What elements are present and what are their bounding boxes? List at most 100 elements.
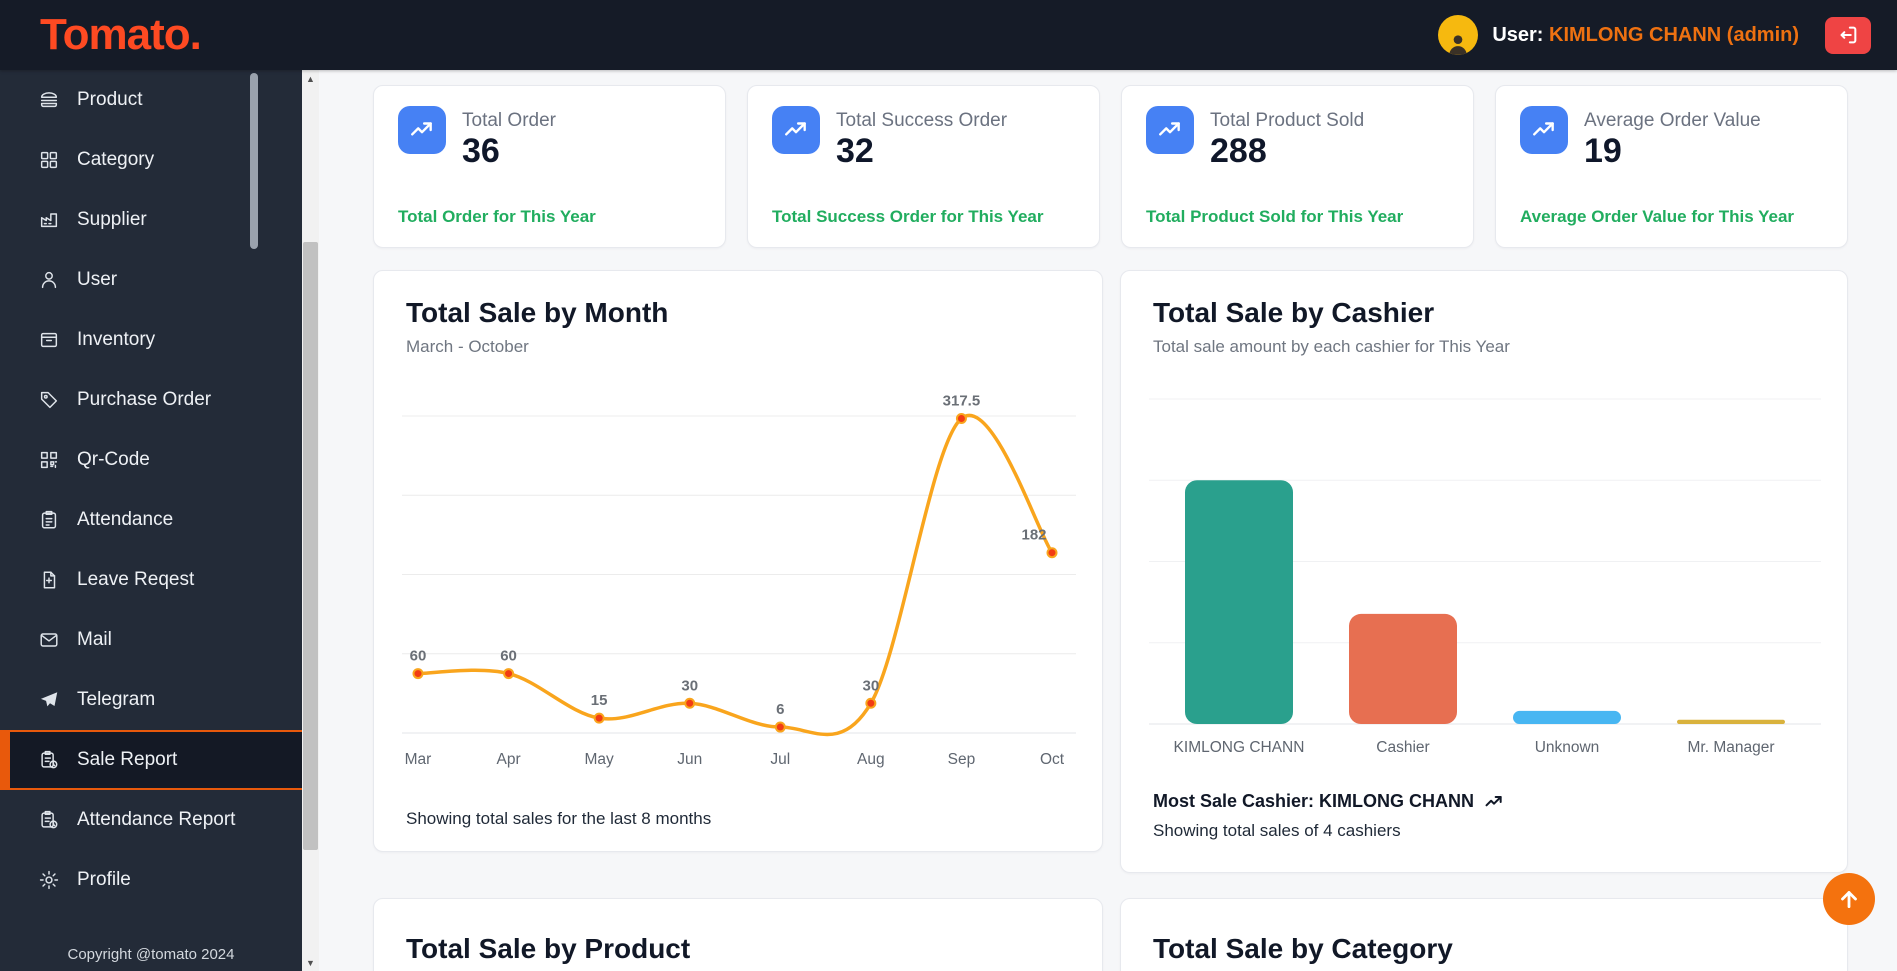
stat-title: Average Order Value xyxy=(1584,110,1761,132)
app-logo: Tomato. xyxy=(40,10,201,60)
report-clock-icon xyxy=(38,749,60,771)
sidebar: Product Category Supplier User Inventory Purc… xyxy=(0,70,302,971)
burger-icon xyxy=(38,89,60,111)
svg-text:Sep: Sep xyxy=(948,751,976,768)
scrollbar-thumb[interactable] xyxy=(303,242,318,850)
sidebar-item-label: Qr-Code xyxy=(77,449,150,471)
sidebar-item-inventory[interactable]: Inventory xyxy=(0,310,302,370)
tag-icon xyxy=(38,389,60,411)
stat-icon-badge xyxy=(1520,106,1568,154)
logout-button[interactable] xyxy=(1825,17,1871,54)
sidebar-item-label: Inventory xyxy=(77,329,155,351)
total-sale-by-month-card: Total Sale by Month March - October 60 Ma… xyxy=(373,270,1103,852)
stat-title: Total Success Order xyxy=(836,110,1007,132)
svg-text:Jun: Jun xyxy=(677,751,702,768)
stat-value: 32 xyxy=(836,132,874,171)
line-chart-title: Total Sale by Month xyxy=(406,297,668,329)
svg-text:Oct: Oct xyxy=(1040,751,1065,768)
sidebar-item-qr-code[interactable]: Qr-Code xyxy=(0,430,302,490)
stat-card-1: Total Success Order32Total Success Order… xyxy=(747,85,1100,248)
svg-text:15: 15 xyxy=(591,692,608,709)
scrollbar-down-arrow-icon[interactable]: ▼ xyxy=(302,954,319,971)
logout-icon xyxy=(1837,24,1859,46)
stat-title: Total Product Sold xyxy=(1210,110,1364,132)
scroll-to-top-button[interactable] xyxy=(1823,873,1875,925)
user-prefix: User: xyxy=(1492,24,1543,46)
page-scrollbar[interactable]: ▲ ▼ xyxy=(302,70,319,971)
header-user-area: User: KIMLONG CHANN (admin) xyxy=(1438,15,1871,55)
sidebar-item-label: User xyxy=(77,269,117,291)
bar-chart-caption: Showing total sales of 4 cashiers xyxy=(1153,821,1504,841)
line-chart-subtitle: March - October xyxy=(406,337,529,357)
main-content: Total Order36 Total Order for This Year To… xyxy=(319,70,1897,971)
sidebar-item-label: Product xyxy=(77,89,142,111)
trending-up-icon xyxy=(1484,792,1504,812)
most-sale-cashier-line: Most Sale Cashier: KIMLONG CHANN xyxy=(1153,791,1504,812)
stat-caption: Total Product Sold for This Year xyxy=(1146,207,1403,227)
svg-text:30: 30 xyxy=(681,677,698,694)
qr-icon xyxy=(38,449,60,471)
sidebar-item-label: Attendance Report xyxy=(77,809,235,831)
sidebar-item-label: Sale Report xyxy=(77,749,177,771)
scrollbar-up-arrow-icon[interactable]: ▲ xyxy=(302,70,319,87)
gear-icon xyxy=(38,869,60,891)
stat-icon-badge xyxy=(772,106,820,154)
sidebar-item-mail[interactable]: Mail xyxy=(0,610,302,670)
clipboard-icon xyxy=(38,509,60,531)
stats-row: Total Order36 Total Order for This Year To… xyxy=(373,85,1897,248)
bar-chart-title: Total Sale by Cashier xyxy=(1153,297,1434,329)
sidebar-item-attendance-report[interactable]: Attendance Report xyxy=(0,790,302,850)
stat-title: Total Order xyxy=(462,110,556,132)
sidebar-item-label: Category xyxy=(77,149,154,171)
sidebar-item-purchase-order[interactable]: Purchase Order xyxy=(0,370,302,430)
sidebar-item-attendance[interactable]: Attendance xyxy=(0,490,302,550)
svg-text:Cashier: Cashier xyxy=(1376,739,1429,756)
bar-chart-subtitle: Total sale amount by each cashier for Th… xyxy=(1153,337,1510,357)
user-name: KIMLONG CHANN (admin) xyxy=(1549,24,1799,46)
mail-icon xyxy=(38,629,60,651)
stat-caption: Total Order for This Year xyxy=(398,207,596,227)
sidebar-item-leave-reqest[interactable]: Leave Reqest xyxy=(0,550,302,610)
trending-up-icon xyxy=(1157,117,1183,143)
sidebar-scrollbar-thumb[interactable] xyxy=(250,73,258,249)
box-icon xyxy=(38,329,60,351)
trending-up-icon xyxy=(783,117,809,143)
stat-icon-badge xyxy=(398,106,446,154)
arrow-up-icon xyxy=(1836,886,1862,912)
stat-card-2: Total Product Sold288Total Product Sold … xyxy=(1121,85,1474,248)
sidebar-item-label: Supplier xyxy=(77,209,147,231)
sidebar-item-label: Mail xyxy=(77,629,112,651)
factory-icon xyxy=(38,209,60,231)
svg-text:Unknown: Unknown xyxy=(1535,739,1600,756)
sidebar-item-profile[interactable]: Profile xyxy=(0,850,302,910)
sidebar-item-sale-report[interactable]: Sale Report xyxy=(0,730,302,790)
svg-text:Apr: Apr xyxy=(497,751,521,768)
product-chart-title: Total Sale by Product xyxy=(406,933,690,965)
person-photo-icon xyxy=(1445,31,1471,55)
sidebar-item-user[interactable]: User xyxy=(0,250,302,310)
sidebar-item-label: Attendance xyxy=(77,509,173,531)
svg-text:6: 6 xyxy=(776,701,784,718)
user-label: User: KIMLONG CHANN (admin) xyxy=(1492,24,1799,47)
trending-up-icon xyxy=(1531,117,1557,143)
sidebar-item-label: Profile xyxy=(77,869,131,891)
stat-card-3: Average Order Value19 Average Order Value… xyxy=(1495,85,1848,248)
sidebar-item-telegram[interactable]: Telegram xyxy=(0,670,302,730)
line-chart: 60Mar60Apr15May30Jun6Jul30Aug317.5Sep182… xyxy=(402,381,1076,781)
stat-value: 19 xyxy=(1584,132,1622,171)
total-sale-by-cashier-card: Total Sale by Cashier Total sale amount … xyxy=(1120,270,1848,873)
plane-icon xyxy=(38,689,60,711)
doc-plus-icon xyxy=(38,569,60,591)
app-header: Tomato. User: KIMLONG CHANN (admin) xyxy=(0,0,1897,70)
person-icon xyxy=(38,269,60,291)
sidebar-item-label: Purchase Order xyxy=(77,389,211,411)
trending-up-icon xyxy=(409,117,435,143)
svg-text:Jul: Jul xyxy=(770,751,790,768)
stat-icon-badge xyxy=(1146,106,1194,154)
line-chart-caption: Showing total sales for the last 8 month… xyxy=(406,809,711,829)
svg-text:60: 60 xyxy=(410,648,427,665)
user-avatar[interactable] xyxy=(1438,15,1478,55)
svg-text:Mar: Mar xyxy=(405,751,432,768)
stat-caption: Average Order Value for This Year xyxy=(1520,207,1794,227)
stat-value: 36 xyxy=(462,132,500,171)
